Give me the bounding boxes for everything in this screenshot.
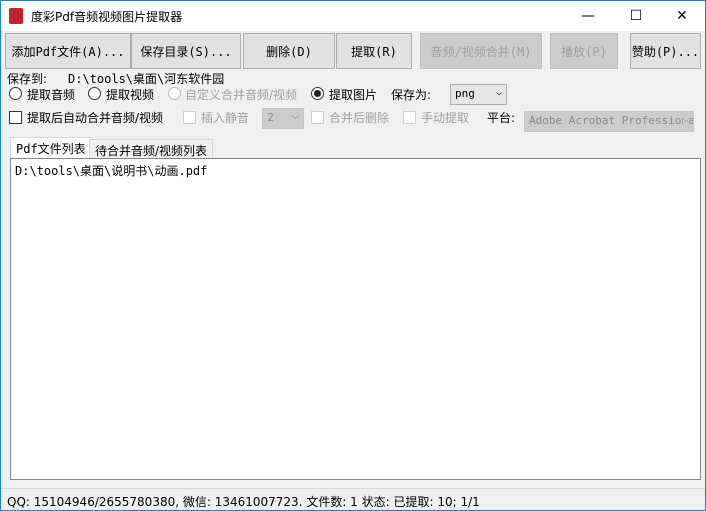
merge-button[interactable]: 音频/视频合并(M) [420, 33, 542, 69]
delete-button[interactable]: 删除(D) [243, 33, 335, 69]
play-button[interactable]: 播放(P) [550, 33, 618, 69]
minimize-button[interactable]: — [565, 1, 611, 31]
custom-merge-label: 自定义合并音频/视频 [185, 88, 298, 102]
save-format-value: png [455, 87, 475, 100]
extract-video-label: 提取视频 [106, 88, 155, 102]
chevron-down-icon: ⌵ [682, 114, 689, 125]
extract-image-radio[interactable] [311, 87, 324, 100]
maximize-button[interactable]: ☐ [613, 1, 659, 31]
save-as-label: 保存为: [391, 88, 432, 102]
manual-extract-checkbox[interactable] [403, 111, 416, 124]
window-title: 度彩Pdf音频视频图片提取器 [31, 10, 183, 24]
title-bar: 度彩Pdf音频视频图片提取器 — ☐ ✕ [1, 1, 705, 31]
delete-after-merge-checkbox[interactable] [311, 111, 324, 124]
save-format-select[interactable]: png ⌵ [450, 84, 507, 105]
pdf-file-list[interactable]: D:\tools\桌面\说明书\动画.pdf [10, 158, 701, 480]
save-to-label: 保存到: [7, 72, 48, 86]
add-pdf-button[interactable]: 添加Pdf文件(A)... [5, 33, 131, 69]
manual-extract-label: 手动提取 [421, 111, 470, 125]
tab-pending-merge-list[interactable]: 待合并音频/视频列表 [89, 139, 214, 159]
insert-silence-checkbox[interactable] [183, 111, 196, 124]
silence-value: 2 [267, 111, 274, 124]
status-bar: QQ: 15104946/2655780380, 微信: 13461007723… [1, 488, 705, 511]
auto-merge-checkbox[interactable] [9, 111, 22, 124]
platform-value: Adobe Acrobat Professional [529, 114, 694, 127]
status-text: QQ: 15104946/2655780380, 微信: 13461007723… [7, 495, 480, 509]
extract-video-radio[interactable] [88, 87, 101, 100]
delete-after-merge-label: 合并后删除 [329, 111, 390, 125]
extract-button[interactable]: 提取(R) [336, 33, 412, 69]
extract-image-label: 提取图片 [329, 88, 378, 102]
app-window: 度彩Pdf音频视频图片提取器 — ☐ ✕ 添加Pdf文件(A)... 保存目录(… [0, 0, 706, 511]
auto-merge-label: 提取后自动合并音频/视频 [27, 111, 164, 125]
app-icon [9, 8, 23, 24]
sponsor-button[interactable]: 赞助(P)... [630, 33, 701, 69]
platform-label: 平台: [487, 111, 516, 125]
extract-audio-radio[interactable] [9, 87, 22, 100]
silence-select[interactable]: 2 ⌵ [262, 108, 304, 129]
tab-pdf-file-list[interactable]: Pdf文件列表 [10, 137, 92, 159]
list-item[interactable]: D:\tools\桌面\说明书\动画.pdf [15, 162, 696, 179]
chevron-down-icon: ⌵ [291, 111, 299, 122]
save-path: D:\tools\桌面\河东软件园 [68, 72, 225, 86]
insert-silence-label: 插入静音 [201, 111, 250, 125]
extract-audio-label: 提取音频 [27, 88, 76, 102]
chevron-down-icon: ⌵ [495, 87, 502, 98]
save-directory-button[interactable]: 保存目录(S)... [131, 33, 241, 69]
custom-merge-radio[interactable] [168, 87, 181, 100]
platform-select[interactable]: Adobe Acrobat Professional ⌵ [524, 111, 694, 132]
close-button[interactable]: ✕ [659, 1, 705, 31]
